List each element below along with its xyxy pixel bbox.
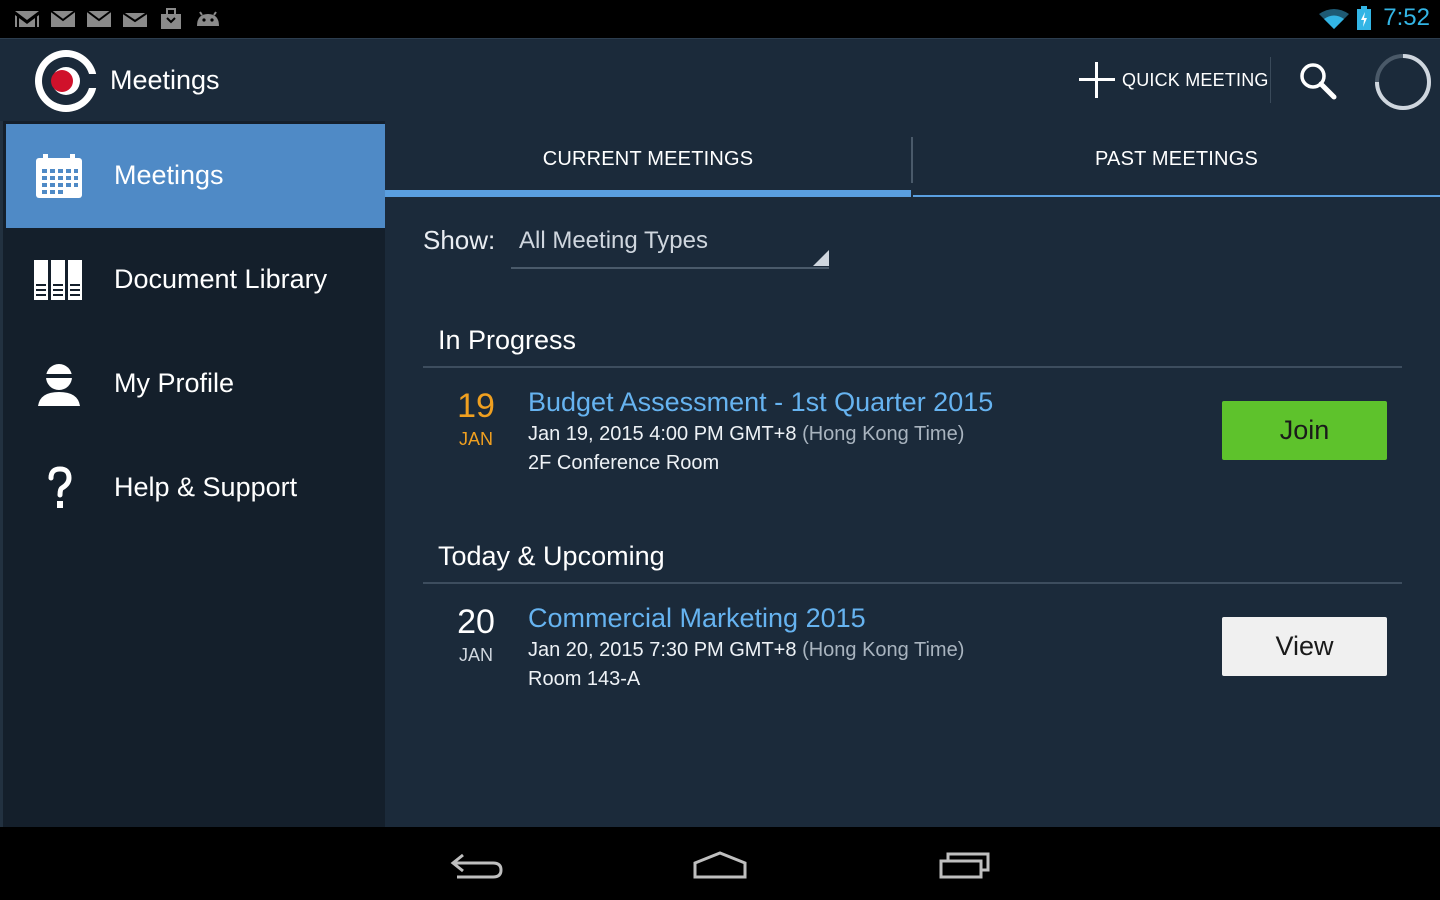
meeting-timezone: (Hong Kong Time) bbox=[802, 423, 965, 445]
plus-icon bbox=[1079, 62, 1115, 98]
section-title-in-progress: In Progress bbox=[438, 325, 577, 355]
meeting-time: Jan 20, 2015 7:30 PM GMT+8 (Hong Kong Ti… bbox=[528, 639, 964, 662]
tab-underline bbox=[913, 195, 1440, 197]
tab-current-meetings[interactable]: CURRENT MEETINGS bbox=[385, 121, 911, 198]
meeting-room: 2F Conference Room bbox=[528, 452, 720, 474]
dropdown-value: All Meeting Types bbox=[519, 227, 708, 254]
meeting-datetime: Jan 20, 2015 7:30 PM GMT+8 bbox=[528, 639, 797, 661]
section-title-upcoming: Today & Upcoming bbox=[438, 541, 665, 571]
meeting-time: Jan 19, 2015 4:00 PM GMT+8 (Hong Kong Ti… bbox=[528, 423, 964, 446]
clock: 7:52 bbox=[1383, 4, 1430, 31]
question-icon bbox=[48, 466, 72, 508]
email-icon bbox=[86, 10, 112, 27]
battery-charging-icon bbox=[1357, 6, 1371, 30]
meeting-row: 19 JAN Budget Assessment - 1st Quarter 2… bbox=[423, 387, 1402, 497]
meeting-tabs: CURRENT MEETINGS PAST MEETINGS bbox=[385, 121, 1440, 198]
app-logo-icon[interactable] bbox=[33, 48, 99, 114]
loading-spinner-icon bbox=[1375, 54, 1432, 111]
user-icon bbox=[38, 364, 80, 406]
sidebar-item-label: My Profile bbox=[114, 368, 235, 398]
quick-meeting-label: QUICK MEETING bbox=[1122, 69, 1269, 90]
quick-meeting-button[interactable]: QUICK MEETING bbox=[1078, 59, 1269, 101]
meeting-datetime: Jan 19, 2015 4:00 PM GMT+8 bbox=[528, 423, 797, 445]
shopping-bag-icon bbox=[161, 8, 181, 29]
system-nav-bar bbox=[0, 827, 1440, 900]
books-icon bbox=[34, 260, 82, 300]
meeting-title-link[interactable]: Commercial Marketing 2015 bbox=[528, 603, 866, 634]
sidebar-item-my-profile[interactable]: My Profile bbox=[6, 332, 388, 436]
home-icon[interactable] bbox=[685, 845, 755, 885]
dropdown-arrow-icon bbox=[813, 250, 829, 266]
meeting-room: Room 143-A bbox=[528, 668, 641, 690]
status-bar: 7:52 bbox=[0, 0, 1440, 38]
section-divider bbox=[423, 582, 1402, 584]
calendar-icon bbox=[36, 154, 82, 198]
sidebar-item-meetings[interactable]: Meetings bbox=[6, 124, 388, 228]
meeting-day: 20 bbox=[457, 603, 495, 641]
back-icon[interactable] bbox=[443, 845, 513, 885]
email-icon bbox=[50, 10, 76, 27]
meeting-title-link[interactable]: Budget Assessment - 1st Quarter 2015 bbox=[528, 387, 993, 418]
sidebar-item-label: Document Library bbox=[114, 264, 328, 294]
meeting-timezone: (Hong Kong Time) bbox=[802, 639, 965, 661]
main-content: CURRENT MEETINGS PAST MEETINGS Show: All… bbox=[385, 121, 1440, 827]
action-bar-divider bbox=[1270, 57, 1271, 103]
tab-past-meetings[interactable]: PAST MEETINGS bbox=[913, 121, 1440, 198]
view-button[interactable]: View bbox=[1222, 617, 1387, 676]
sidebar: Meetings Document Library My Profile Hel… bbox=[0, 121, 388, 827]
gmail-icon bbox=[15, 11, 39, 27]
email-icon bbox=[122, 12, 148, 27]
meeting-day: 19 bbox=[457, 387, 495, 425]
android-icon bbox=[197, 11, 219, 26]
section-divider bbox=[423, 366, 1402, 368]
meeting-month: JAN bbox=[458, 429, 493, 449]
wifi-icon bbox=[1319, 9, 1349, 29]
action-bar: Meetings QUICK MEETING bbox=[0, 38, 1440, 121]
tab-selected-indicator bbox=[385, 190, 911, 197]
sidebar-item-help-support[interactable]: Help & Support bbox=[6, 436, 388, 540]
app-title: Meetings bbox=[110, 65, 220, 95]
meeting-type-dropdown[interactable]: All Meeting Types bbox=[511, 217, 829, 269]
meeting-row: 20 JAN Commercial Marketing 2015 Jan 20,… bbox=[423, 603, 1402, 713]
filter-label: Show: bbox=[423, 225, 496, 255]
recent-apps-icon[interactable] bbox=[930, 845, 1000, 885]
sidebar-item-document-library[interactable]: Document Library bbox=[6, 228, 388, 332]
meeting-month: JAN bbox=[458, 645, 493, 665]
sidebar-item-label: Help & Support bbox=[114, 472, 298, 502]
join-button[interactable]: Join bbox=[1222, 401, 1387, 460]
sidebar-item-label: Meetings bbox=[114, 160, 224, 190]
search-icon[interactable] bbox=[1296, 59, 1340, 103]
